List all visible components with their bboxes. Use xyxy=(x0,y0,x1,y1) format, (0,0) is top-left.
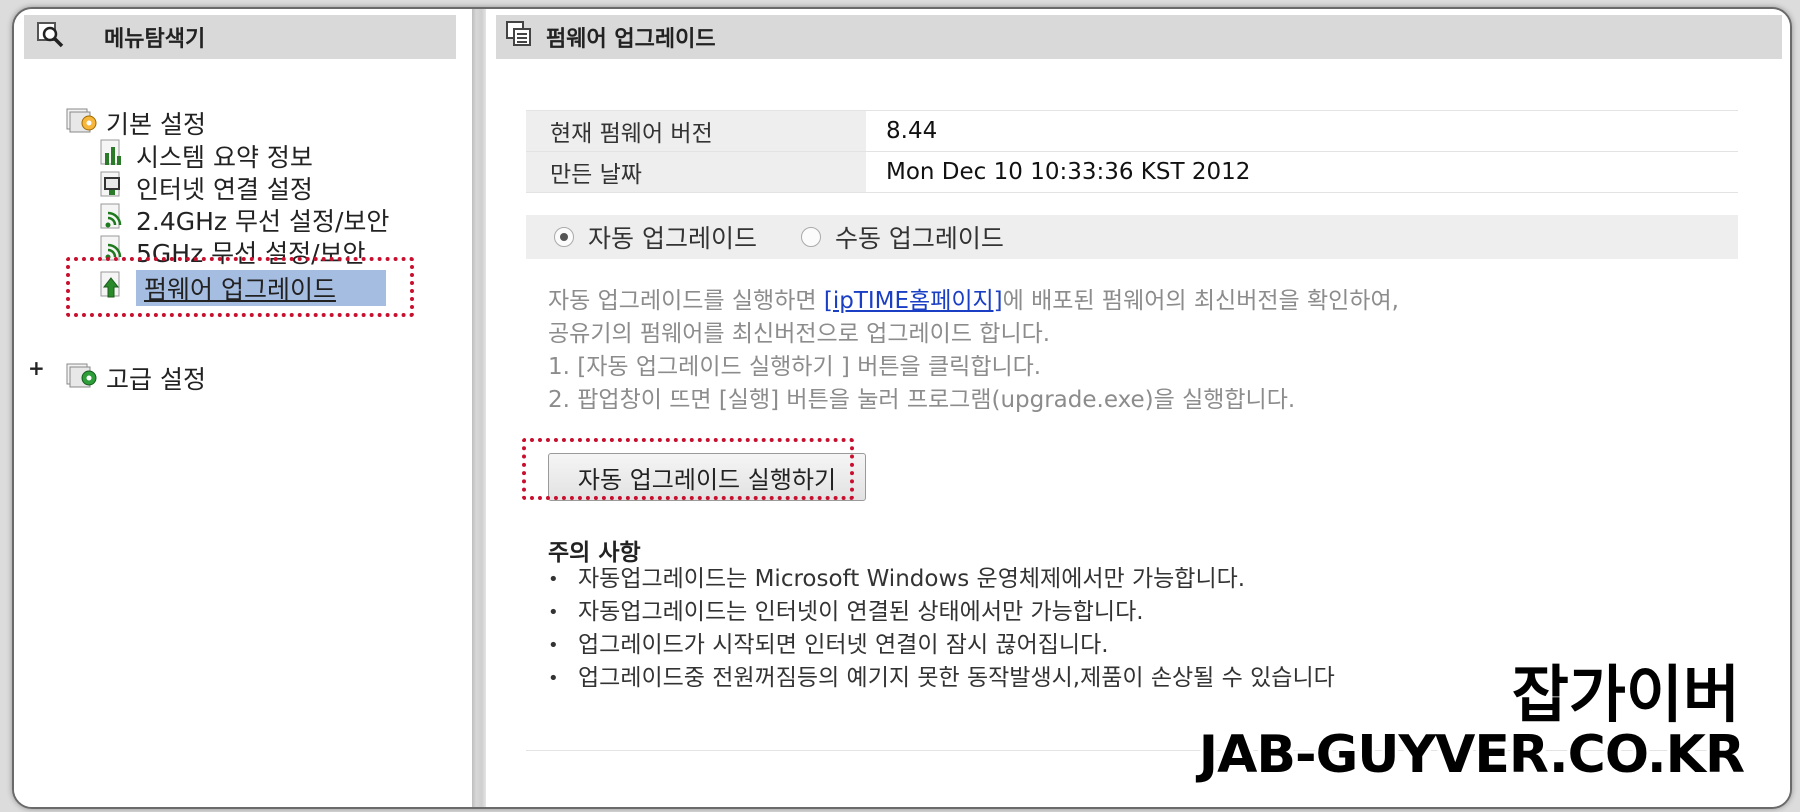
wireless-icon xyxy=(100,203,126,237)
folder-gear-icon xyxy=(66,107,100,139)
auto-upgrade-label: 자동 업그레이드 xyxy=(588,224,757,253)
current-version-value: 8.44 xyxy=(886,118,938,144)
radio-selected-icon[interactable] xyxy=(554,227,574,247)
upgrade-description: 자동 업그레이드를 실행하면 [ipTIME홈페이지]에 배포된 펌웨어의 최신… xyxy=(548,285,1399,417)
notes-list: 자동업그레이드는 Microsoft Windows 운영체제에서만 가능합니다… xyxy=(548,563,1335,695)
highlight-box-menu xyxy=(66,257,414,317)
tree-folder-advanced[interactable]: 고급 설정 xyxy=(66,360,206,396)
list-item: 자동업그레이드는 Microsoft Windows 운영체제에서만 가능합니다… xyxy=(548,563,1335,596)
description-text: 자동 업그레이드를 실행하면 xyxy=(548,288,824,314)
tree-item-label: 2.4GHz 무선 설정/보안 xyxy=(136,207,390,236)
chart-icon xyxy=(100,139,126,173)
tree-folder-basic[interactable]: 기본 설정 xyxy=(66,105,206,141)
auto-upgrade-radio[interactable]: 자동 업그레이드 xyxy=(554,219,757,255)
build-date-label: 만든 날짜 xyxy=(526,152,866,192)
tree-item-label: 시스템 요약 정보 xyxy=(136,143,313,172)
tree-item-label: 인터넷 연결 설정 xyxy=(136,175,313,204)
menu-tree: 기본 설정 시스템 요약 정보 인터넷 연결 설정 2.4GHz 무선 설정/보… xyxy=(14,9,474,807)
page-title: 펌웨어 업그레이드 xyxy=(546,27,716,52)
panel-divider[interactable] xyxy=(472,9,486,807)
tree-folder-basic-label: 기본 설정 xyxy=(106,110,206,139)
list-item: 업그레이드가 시작되면 인터넷 연결이 잠시 끊어집니다. xyxy=(548,629,1335,662)
tree-item-internet-connection[interactable]: 인터넷 연결 설정 xyxy=(100,170,313,206)
build-date-value: Mon Dec 10 10:33:36 KST 2012 xyxy=(886,159,1251,185)
folder-gear-icon xyxy=(66,362,100,394)
upgrade-mode-selector: 자동 업그레이드 수동 업그레이드 xyxy=(526,215,1738,259)
router-admin-window: 메뉴탐색기 기본 설정 시스템 요약 정보 인터넷 연결 설정 2.4GHz 무… xyxy=(12,7,1792,809)
list-item: 자동업그레이드는 인터넷이 연결된 상태에서만 가능합니다. xyxy=(548,596,1335,629)
description-line-2: 공유기의 펌웨어를 최신버전으로 업그레이드 합니다. xyxy=(548,321,1051,347)
tree-item-wireless-24ghz[interactable]: 2.4GHz 무선 설정/보안 xyxy=(100,202,389,238)
table-row: 현재 펌웨어 버전 8.44 xyxy=(526,111,1738,152)
tree-folder-advanced-label: 고급 설정 xyxy=(106,365,206,394)
radio-unselected-icon[interactable] xyxy=(800,227,821,247)
description-line-1: 자동 업그레이드를 실행하면 [ipTIME홈페이지]에 배포된 펌웨어의 최신… xyxy=(548,285,1399,318)
manual-upgrade-label: 수동 업그레이드 xyxy=(834,224,1004,253)
watermark-url: JAB-GUYVER.CO.KR xyxy=(1198,725,1745,785)
tree-item-system-summary[interactable]: 시스템 요약 정보 xyxy=(100,138,313,174)
monitor-icon xyxy=(100,171,126,205)
notes-title: 주의 사항 xyxy=(548,540,641,566)
manual-upgrade-radio[interactable]: 수동 업그레이드 xyxy=(800,219,1004,255)
window-icon xyxy=(506,21,532,53)
current-version-label: 현재 펌웨어 버전 xyxy=(526,111,866,151)
description-text: 에 배포된 펌웨어의 최신버전을 확인하여, xyxy=(1002,288,1399,314)
description-line-4: 2. 팝업창이 뜨면 [실행] 버튼을 눌러 프로그램(upgrade.exe)… xyxy=(548,387,1296,413)
expand-icon[interactable]: + xyxy=(28,356,45,380)
description-line-3: 1. [자동 업그레이드 실행하기 ] 버튼을 클릭합니다. xyxy=(548,354,1042,380)
content-header: 펌웨어 업그레이드 xyxy=(496,15,1782,59)
highlight-box-button xyxy=(522,438,854,500)
firmware-info-table: 현재 펌웨어 버전 8.44 만든 날짜 Mon Dec 10 10:33:36… xyxy=(526,110,1738,193)
table-row: 만든 날짜 Mon Dec 10 10:33:36 KST 2012 xyxy=(526,152,1738,193)
watermark-korean: 잡가이버 xyxy=(1511,658,1740,731)
iptime-homepage-link[interactable]: [ipTIME홈페이지] xyxy=(824,288,1003,314)
list-item: 업그레이드중 전원꺼짐등의 예기지 못한 동작발생시,제품이 손상될 수 있습니… xyxy=(548,662,1335,695)
menu-explorer-panel: 메뉴탐색기 기본 설정 시스템 요약 정보 인터넷 연결 설정 2.4GHz 무… xyxy=(14,9,474,807)
